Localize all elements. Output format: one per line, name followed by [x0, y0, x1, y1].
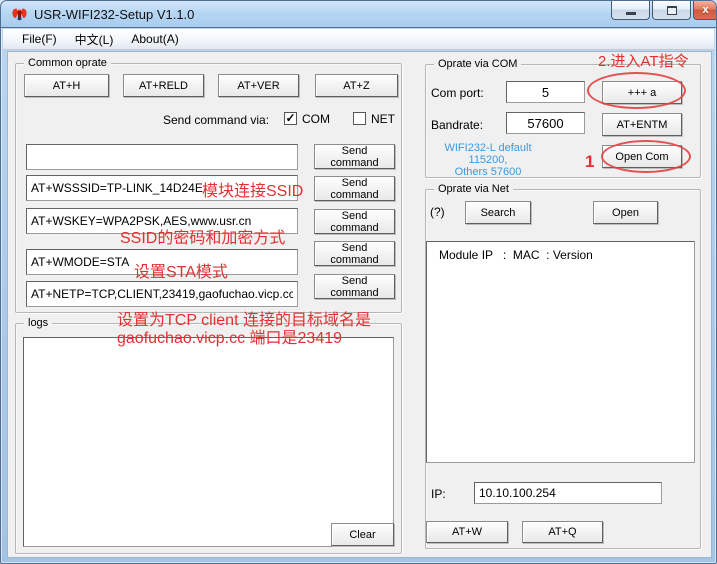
send-command-button-5[interactable]: Send command [314, 274, 395, 299]
net-help-label: (?) [430, 205, 445, 219]
com-port-label: Com port: [431, 86, 484, 100]
send-command-button-3[interactable]: Send command [314, 209, 395, 234]
ip-input[interactable] [474, 482, 662, 504]
net-checkbox[interactable] [353, 112, 366, 125]
bandrate-input[interactable] [506, 112, 585, 134]
at-ver-button[interactable]: AT+VER [218, 74, 299, 97]
menu-file[interactable]: File(F) [13, 30, 66, 48]
at-q-button[interactable]: AT+Q [522, 521, 603, 543]
ip-label: IP: [431, 487, 446, 501]
app-logo-icon [11, 6, 28, 23]
send-command-button-1[interactable]: Send command [314, 144, 395, 169]
logs-output[interactable] [23, 337, 394, 547]
minimize-button[interactable] [611, 1, 650, 20]
command-input-1[interactable] [26, 144, 298, 170]
annotation-netp-line2: gaofuchao.vicp.cc 端口是23419 [117, 324, 342, 348]
at-reld-button[interactable]: AT+RELD [123, 74, 204, 97]
bandrate-hint: WIFI232-L default 115200, Others 57600 [428, 142, 548, 178]
net-checkbox-label[interactable]: NET [371, 112, 395, 126]
send-command-button-2[interactable]: Send command [314, 176, 395, 201]
open-button[interactable]: Open [593, 201, 658, 224]
at-z-button[interactable]: AT+Z [315, 74, 398, 97]
annotation-ssid: 模块连接SSID [202, 177, 303, 201]
annotation-ellipse-plus-a [587, 72, 686, 109]
app-window: USR-WIFI232-Setup V1.1.0 x File(F) 中文(L)… [0, 0, 717, 564]
module-list-header: Module IP : MAC : Version [439, 248, 593, 262]
annotation-wmode: 设置STA模式 [134, 258, 228, 282]
group-oprate-via-com-label: Oprate via COM [434, 57, 521, 71]
annotation-wskey: SSID的密码和加密方式 [120, 224, 285, 248]
group-common-oprate-label: Common oprate [24, 56, 111, 70]
annotation-enter-at: 2.进入AT指令 [598, 50, 689, 71]
group-oprate-via-net-label: Oprate via Net [434, 182, 513, 196]
at-h-button[interactable]: AT+H [24, 74, 109, 97]
at-entm-button[interactable]: AT+ENTM [602, 113, 682, 136]
module-list[interactable]: Module IP : MAC : Version [426, 241, 695, 463]
menu-language[interactable]: 中文(L) [66, 29, 123, 50]
clear-logs-button[interactable]: Clear [331, 523, 394, 546]
window-title: USR-WIFI232-Setup V1.1.0 [34, 7, 194, 22]
send-command-button-4[interactable]: Send command [314, 241, 395, 266]
com-port-input[interactable] [506, 81, 585, 103]
menu-bar: File(F) 中文(L) About(A) [3, 29, 714, 50]
close-icon: x [702, 4, 708, 16]
minimize-icon [626, 12, 636, 15]
command-input-5[interactable] [26, 281, 298, 307]
annotation-ellipse-open-com [601, 140, 691, 173]
at-w-button[interactable]: AT+W [426, 521, 508, 543]
title-bar[interactable]: USR-WIFI232-Setup V1.1.0 x [1, 1, 716, 28]
maximize-button[interactable] [652, 1, 691, 20]
maximize-icon [667, 6, 677, 15]
bandrate-hint-line1: WIFI232-L default 115200, [444, 142, 531, 166]
send-via-label: Send command via: [163, 113, 269, 127]
com-checkbox[interactable]: ✓ [284, 112, 297, 125]
group-logs-label: logs [24, 316, 52, 330]
bandrate-hint-line2: Others 57600 [455, 166, 522, 178]
menu-about[interactable]: About(A) [122, 30, 187, 48]
search-button[interactable]: Search [465, 201, 531, 224]
close-button[interactable]: x [693, 1, 717, 20]
annotation-step-1: 1 [585, 152, 594, 172]
bandrate-label: Bandrate: [431, 118, 483, 132]
com-checkbox-label[interactable]: COM [302, 112, 330, 126]
